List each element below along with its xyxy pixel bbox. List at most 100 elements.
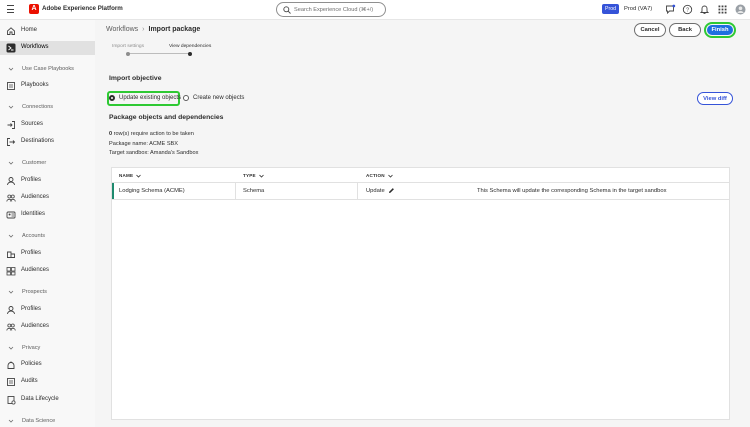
section-accounts[interactable]: Accounts [0, 230, 95, 242]
chevron-down-icon [8, 234, 14, 238]
search-icon [283, 6, 291, 14]
column-header-name[interactable]: NAME [119, 173, 142, 178]
cell-type: Schema [243, 188, 265, 194]
section-prospects[interactable]: Prospects [0, 286, 95, 298]
svg-text:?: ? [686, 8, 689, 14]
table-row[interactable]: Lodging Schema (ACME) Schema Update This… [112, 182, 729, 200]
section-customer[interactable]: Customer [0, 157, 95, 169]
policies-icon [7, 361, 15, 369]
data-lifecycle-icon [7, 396, 16, 405]
playbooks-icon [7, 82, 15, 90]
nav-label: Identities [21, 211, 46, 217]
nav-workflows[interactable]: Workflows [0, 41, 95, 55]
nav-accounts-audiences[interactable]: Audiences [0, 264, 95, 278]
nav-playbooks[interactable]: Playbooks [0, 79, 95, 93]
step-dot-completed [126, 51, 130, 56]
left-nav: Home Workflows Use Case Playbooks Playbo… [0, 20, 95, 427]
nav-label: Profiles [21, 306, 42, 312]
audiences-icon [6, 194, 16, 202]
nav-destinations[interactable]: Destinations [0, 135, 95, 149]
target-sandbox: Target sandbox: Amanda's Sandbox [109, 150, 199, 156]
column-divider [235, 183, 236, 199]
sandbox-name[interactable]: Prod (VA7) [624, 6, 652, 12]
section-label: Connections [22, 104, 54, 110]
chevron-down-icon [8, 67, 14, 71]
stepper-track [128, 53, 190, 54]
header-label: NAME [119, 173, 134, 178]
column-header-action[interactable]: ACTION [366, 173, 393, 178]
cell-description: This Schema will update the correspondin… [477, 188, 667, 194]
nav-label: Home [21, 27, 38, 33]
adobe-logo: A [29, 4, 39, 14]
search-input[interactable] [294, 5, 382, 14]
nav-label: Workflows [21, 44, 49, 50]
chevron-down-icon [8, 105, 14, 109]
chevron-down-icon [8, 419, 14, 423]
section-label: Accounts [22, 233, 46, 239]
nav-accounts-profiles[interactable]: Profiles [0, 247, 95, 261]
column-header-type[interactable]: TYPE [243, 173, 264, 178]
nav-policies[interactable]: Policies [0, 358, 95, 372]
nav-label: Audiences [21, 194, 50, 200]
package-name: Package name: ACME SBX [109, 141, 179, 147]
nav-customer-profiles[interactable]: Profiles [0, 174, 95, 188]
update-existing-radio[interactable] [109, 95, 115, 101]
global-search[interactable] [276, 2, 386, 17]
nav-label: Sources [21, 121, 44, 127]
cell-name: Lodging Schema (ACME) [119, 188, 185, 194]
breadcrumb-workflows[interactable]: Workflows [106, 26, 138, 33]
home-icon [7, 27, 15, 35]
rows-requiring-action: 0 row(s) require action to be taken [109, 131, 194, 137]
section-use-case-playbooks[interactable]: Use Case Playbooks [0, 63, 95, 75]
rows-text: row(s) require action to be taken [112, 131, 194, 137]
sources-icon [7, 121, 15, 129]
nav-prospects-profiles[interactable]: Profiles [0, 303, 95, 317]
nav-sources[interactable]: Sources [0, 118, 95, 132]
app-switcher-icon[interactable] [717, 4, 728, 15]
nav-customer-audiences[interactable]: Audiences [0, 191, 95, 205]
create-new-label[interactable]: Create new objects [193, 95, 244, 101]
row-selected-marker [112, 183, 114, 199]
dependencies-table: NAME TYPE ACTION Lodging Schema (ACME) S… [111, 167, 730, 420]
user-avatar[interactable] [735, 4, 746, 15]
cancel-button[interactable]: Cancel [634, 23, 666, 37]
account-audiences-icon [6, 267, 16, 276]
hamburger-menu-icon[interactable] [7, 5, 14, 13]
nav-label: Profiles [21, 177, 42, 183]
nav-data-lifecycle[interactable]: Data Lifecycle [0, 393, 95, 407]
nav-label: Policies [21, 361, 42, 367]
step-view-dependencies: View dependencies [169, 44, 212, 49]
create-new-radio[interactable] [183, 95, 189, 101]
nav-identities[interactable]: Identities [0, 208, 95, 222]
section-label: Customer [22, 160, 47, 166]
view-diff-button[interactable]: View diff [697, 92, 733, 105]
nav-prospects-audiences[interactable]: Audiences [0, 320, 95, 334]
notifications-chat-icon[interactable] [665, 4, 676, 15]
top-bar: A Adobe Experience Platform Prod Prod (V… [0, 0, 750, 20]
bell-icon[interactable] [699, 4, 710, 15]
header-label: TYPE [243, 173, 256, 178]
nav-home[interactable]: Home [0, 24, 95, 38]
update-existing-label[interactable]: Update existing objects [119, 95, 181, 101]
environment-badge[interactable]: Prod [602, 4, 619, 14]
section-label: Use Case Playbooks [22, 66, 74, 72]
finish-button[interactable]: Finish [704, 22, 736, 38]
nav-audits[interactable]: Audits [0, 375, 95, 389]
step-import-settings[interactable]: Import settings [112, 44, 144, 49]
profile-icon [7, 306, 15, 315]
page-title: Import package [148, 26, 201, 33]
identities-icon [6, 211, 16, 219]
nav-label: Profiles [21, 250, 42, 256]
edit-pencil-icon[interactable] [388, 187, 395, 194]
nav-label: Audiences [21, 267, 50, 273]
section-data-science[interactable]: Data Science [0, 415, 95, 427]
nav-label: Audiences [21, 323, 50, 329]
section-connections[interactable]: Connections [0, 101, 95, 113]
chevron-down-icon [136, 174, 142, 178]
back-button[interactable]: Back [669, 23, 701, 37]
step-dot-current [188, 51, 192, 56]
cell-action[interactable]: Update [366, 188, 385, 194]
help-icon[interactable]: ? [682, 4, 693, 15]
section-privacy[interactable]: Privacy [0, 342, 95, 354]
app-title[interactable]: Adobe Experience Platform [42, 5, 123, 12]
